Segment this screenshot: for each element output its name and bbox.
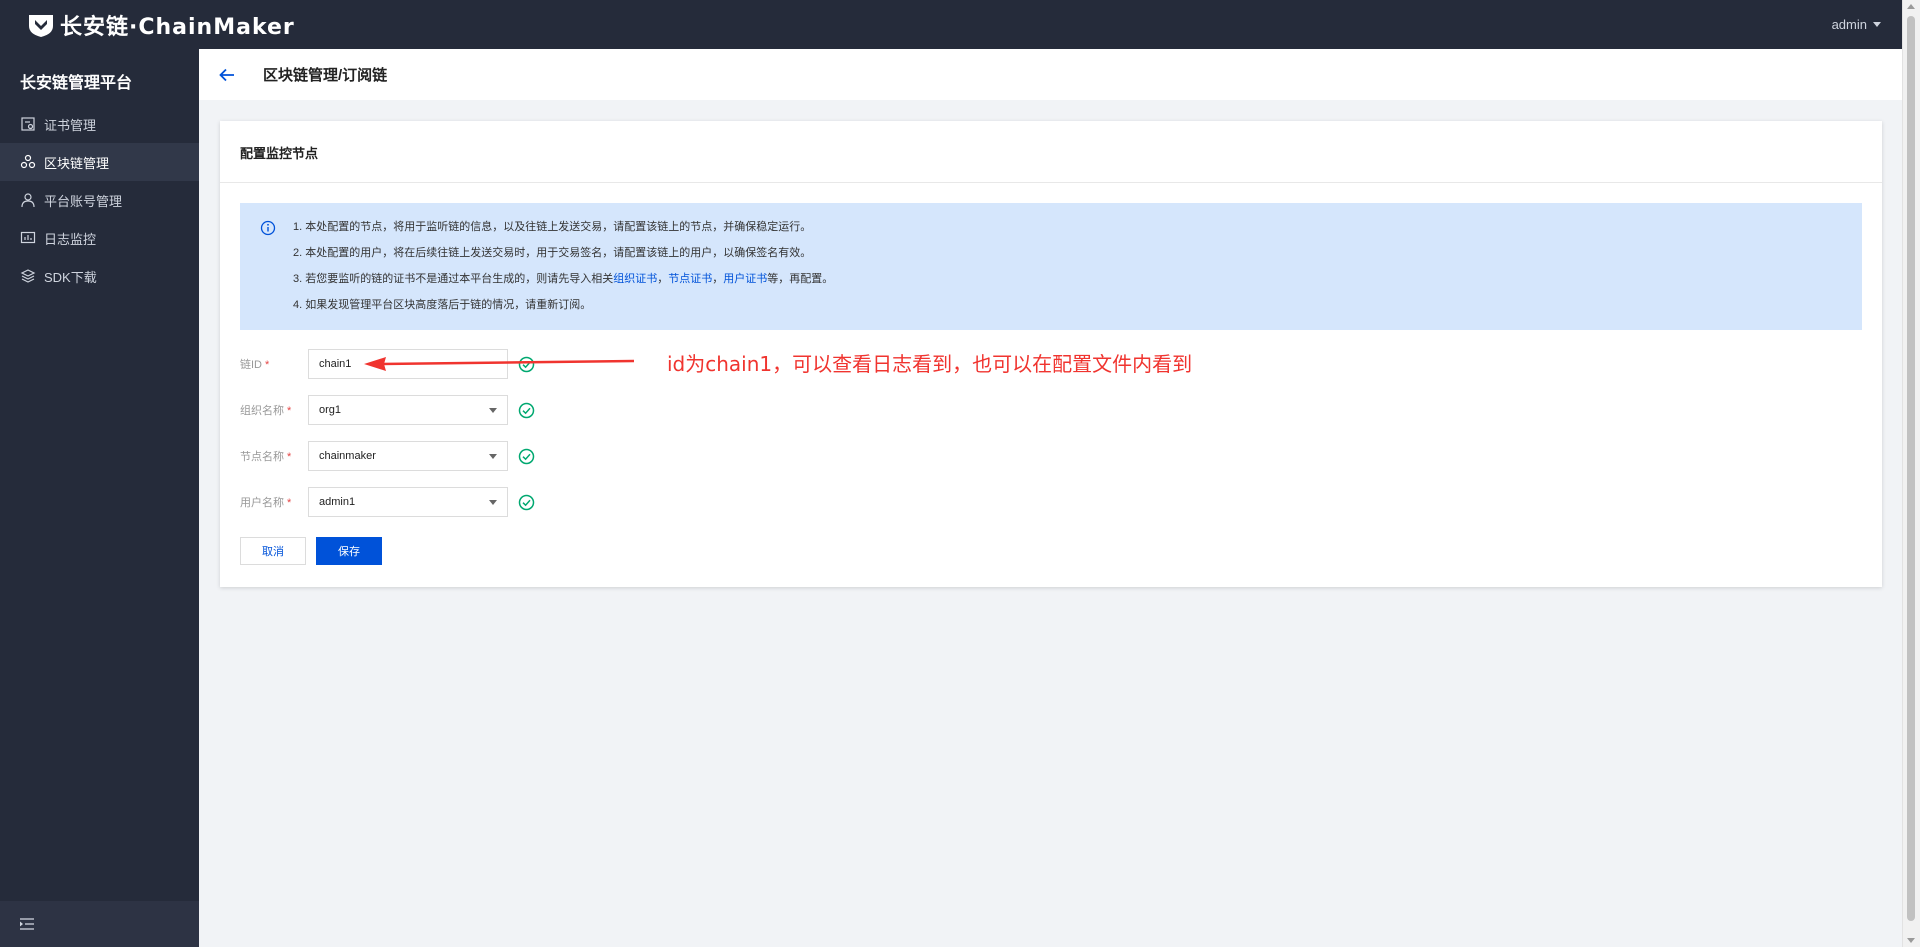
notice-line-3: 3. 若您要监听的链的证书不是通过本平台生成的，则请先导入相关组织证书，节点证书… — [293, 271, 833, 297]
user-value: admin1 — [319, 496, 356, 508]
top-bar: 长安链·ChainMaker admin — [0, 0, 1903, 49]
logo-text: 长安链·ChainMaker — [60, 14, 295, 40]
caret-down-icon — [489, 408, 497, 413]
sidebar-item-sdk[interactable]: SDK下载 — [0, 257, 199, 295]
collapse-menu-icon — [20, 918, 34, 930]
form-row-org: 组织名称 * org1 — [240, 395, 535, 425]
scrollbar-thumb[interactable] — [1907, 16, 1915, 921]
sidebar-item-blockchain[interactable]: 区块链管理 — [0, 143, 199, 181]
form-row-node: 节点名称 * chainmaker — [240, 441, 535, 471]
notice-line-4: 4. 如果发现管理平台区块高度落后于链的情况，请重新订阅。 — [293, 299, 592, 311]
separator: ， — [712, 273, 724, 285]
vertical-scrollbar[interactable] — [1902, 0, 1920, 947]
chain-id-value: chain1 — [319, 358, 352, 370]
scroll-down-icon[interactable] — [1907, 938, 1915, 943]
check-circle-icon — [518, 448, 535, 464]
notice-line-1: 1. 本处配置的节点，将用于监听链的信息，以及往链上发送交易，请配置该链上的节点… — [293, 221, 812, 233]
layers-icon — [20, 268, 36, 284]
cancel-button[interactable]: 取消 — [240, 537, 306, 565]
separator: ， — [657, 273, 669, 285]
blockchain-icon — [20, 154, 36, 170]
collapse-sidebar-button[interactable] — [0, 901, 199, 947]
org-label: 组织名称 * — [240, 405, 292, 417]
node-label: 节点名称 * — [240, 451, 292, 463]
user-menu[interactable]: admin — [1832, 0, 1881, 49]
notice-list: 1. 本处配置的节点，将用于监听链的信息，以及往链上发送交易，请配置该链上的节点… — [293, 219, 833, 323]
node-value: chainmaker — [319, 450, 376, 462]
card-title: 配置监控节点 — [240, 146, 319, 161]
sidebar-item-label: SDK下载 — [44, 269, 97, 285]
node-select[interactable]: chainmaker — [308, 441, 508, 471]
org-select[interactable]: org1 — [308, 395, 508, 425]
annotation-text: id为chain1，可以查看日志看到，也可以在配置文件内看到 — [667, 352, 1193, 376]
sidebar-item-label: 平台账号管理 — [44, 193, 123, 209]
notice-line-2: 2. 本处配置的用户，将在后续往链上发送交易时，用于交易签名，请配置该链上的用户… — [293, 247, 812, 259]
info-icon — [260, 220, 276, 236]
app-logo[interactable]: 长安链·ChainMaker — [26, 9, 295, 41]
sidebar-item-certificates[interactable]: 证书管理 — [0, 105, 199, 143]
sidebar: 长安链管理平台 证书管理 区块链管理 平台账号管理 日志监控 SDK下载 — [0, 49, 199, 947]
caret-down-icon — [1873, 22, 1881, 27]
user-icon — [20, 192, 36, 208]
check-circle-icon — [518, 494, 535, 510]
user-label: 用户名称 * — [240, 497, 292, 509]
user-name: admin — [1831, 17, 1867, 32]
page-title: 区块链管理/订阅链 — [263, 67, 388, 84]
notice-line-3-prefix: 3. 若您要监听的链的证书不是通过本平台生成的，则请先导入相关 — [293, 273, 614, 285]
arrow-left-icon — [219, 68, 234, 81]
check-circle-icon — [518, 356, 535, 372]
info-notice: 1. 本处配置的节点，将用于监听链的信息，以及往链上发送交易，请配置该链上的节点… — [240, 203, 1862, 330]
sidebar-item-label: 区块链管理 — [44, 155, 110, 171]
monitor-icon — [20, 230, 36, 246]
notice-line-3-suffix: 等，再配置。 — [767, 273, 834, 285]
page-header: 区块链管理/订阅链 — [199, 49, 1903, 100]
org-value: org1 — [319, 404, 342, 416]
divider — [220, 182, 1882, 183]
user-cert-link[interactable]: 用户证书 — [723, 273, 767, 285]
sidebar-title: 长安链管理平台 — [20, 75, 133, 92]
scroll-up-icon[interactable] — [1907, 4, 1915, 9]
sidebar-item-label: 证书管理 — [44, 117, 97, 133]
back-button[interactable] — [219, 65, 239, 85]
sidebar-item-accounts[interactable]: 平台账号管理 — [0, 181, 199, 219]
node-cert-link[interactable]: 节点证书 — [668, 273, 712, 285]
shield-logo-icon — [29, 14, 53, 37]
check-circle-icon — [518, 402, 535, 418]
caret-down-icon — [489, 454, 497, 459]
user-select[interactable]: admin1 — [308, 487, 508, 517]
chain-id-label: 链ID * — [240, 359, 270, 371]
org-cert-link[interactable]: 组织证书 — [613, 273, 657, 285]
sidebar-item-label: 日志监控 — [44, 231, 97, 247]
certificate-icon — [20, 116, 36, 132]
caret-down-icon — [489, 500, 497, 505]
chain-id-input[interactable]: chain1 — [308, 349, 508, 379]
sidebar-item-logs[interactable]: 日志监控 — [0, 219, 199, 257]
save-button[interactable]: 保存 — [316, 537, 382, 565]
form-row-user: 用户名称 * admin1 — [240, 487, 535, 517]
form-row-chain-id: 链ID * chain1 — [240, 349, 535, 379]
